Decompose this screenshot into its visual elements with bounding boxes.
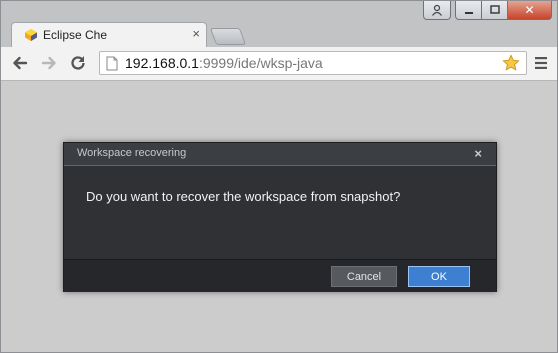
workspace-recover-dialog: Workspace recovering × Do you want to re… (63, 142, 497, 292)
ok-button[interactable]: OK (408, 266, 470, 287)
tab-close-icon[interactable]: × (192, 26, 200, 41)
browser-toolbar: 192.168.0.1:9999/ide/wksp-java (1, 47, 557, 81)
new-tab-button[interactable] (209, 28, 247, 45)
page-icon (106, 56, 118, 71)
cancel-button[interactable]: Cancel (331, 266, 397, 287)
star-icon[interactable] (502, 54, 520, 72)
dialog-title: Workspace recovering (77, 147, 187, 159)
minimize-button[interactable] (455, 1, 482, 20)
tab-title: Eclipse Che (43, 28, 108, 42)
url-text: 192.168.0.1:9999/ide/wksp-java (125, 55, 323, 71)
window-close-button[interactable]: ✕ (508, 1, 552, 20)
url-host: 192.168.0.1 (125, 55, 199, 71)
close-icon: ✕ (524, 3, 535, 17)
browser-tab[interactable]: Eclipse Che × (11, 22, 207, 47)
address-bar[interactable]: 192.168.0.1:9999/ide/wksp-java (99, 51, 527, 75)
dialog-header: Workspace recovering × (64, 143, 496, 166)
back-arrow-icon[interactable] (11, 54, 29, 72)
dialog-message: Do you want to recover the workspace fro… (86, 189, 401, 204)
eclipse-che-icon (25, 29, 37, 41)
url-path: :9999/ide/wksp-java (198, 55, 323, 71)
maximize-icon (489, 5, 500, 14)
maximize-button[interactable] (482, 1, 508, 20)
reload-icon[interactable] (69, 54, 87, 72)
dialog-close-icon[interactable]: × (474, 146, 482, 161)
dialog-footer: Cancel OK (64, 259, 496, 292)
user-icon (432, 4, 442, 16)
minimize-icon (464, 12, 473, 14)
forward-arrow-icon[interactable] (40, 54, 58, 72)
window-controls: ✕ (423, 1, 552, 21)
menu-icon[interactable] (534, 56, 548, 70)
user-profile-button[interactable] (423, 1, 451, 20)
browser-window: ✕ Eclipse Che × 192.168.0.1:9999/ide/wks… (0, 0, 558, 353)
